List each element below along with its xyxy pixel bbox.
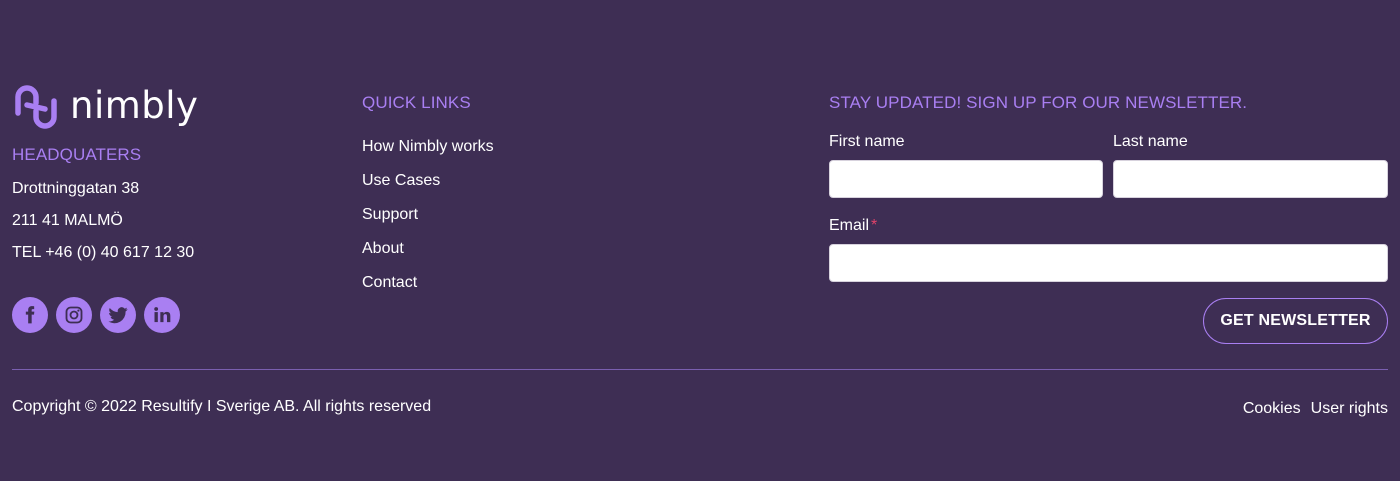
hq-city: 211 41 MALMÖ [12,212,123,229]
hq-street: Drottninggatan 38 [12,180,140,197]
social-links [12,297,180,333]
headquarters-heading: HEADQUATERS [12,145,142,164]
cookies-link[interactable]: Cookies [1243,400,1301,418]
quick-link-contact[interactable]: Contact [362,273,494,307]
quick-link-support[interactable]: Support [362,205,494,239]
twitter-link[interactable] [100,297,136,333]
quick-link-about[interactable]: About [362,239,494,273]
email-label: Email [829,217,870,234]
nimbly-logo-icon [15,85,57,129]
last-name-label: Last name [1113,133,1188,150]
linkedin-link[interactable] [144,297,180,333]
copyright-text: Copyright © 2022 Resultify I Sverige AB.… [12,398,432,415]
quick-link-how-nimbly-works[interactable]: How Nimbly works [362,137,494,171]
first-name-label: First name [829,133,905,150]
footer-divider [12,369,1388,370]
quick-links-heading: QUICK LINKS [362,93,471,112]
brand-wordmark: nimbly [70,83,199,127]
user-rights-link[interactable]: User rights [1311,400,1388,418]
required-marker: * [871,217,878,234]
instagram-link[interactable] [56,297,92,333]
linkedin-icon [154,307,171,323]
legal-links: Cookies User rights [1243,400,1388,418]
quick-link-use-cases[interactable]: Use Cases [362,171,494,205]
instagram-icon [65,306,83,324]
get-newsletter-button[interactable]: GET NEWSLETTER [1203,298,1388,344]
hq-phone: TEL +46 (0) 40 617 12 30 [12,244,195,261]
last-name-field[interactable] [1113,160,1388,198]
facebook-link[interactable] [12,297,48,333]
twitter-icon [108,307,128,324]
email-label-row: Email * [829,217,877,235]
email-field[interactable] [829,244,1388,282]
newsletter-heading: STAY UPDATED! SIGN UP FOR OUR NEWSLETTER… [829,93,1248,112]
facebook-icon [25,306,35,324]
first-name-field[interactable] [829,160,1103,198]
quick-links-nav: How Nimbly works Use Cases Support About… [362,137,494,307]
brand-logo[interactable]: nimbly [12,83,198,131]
